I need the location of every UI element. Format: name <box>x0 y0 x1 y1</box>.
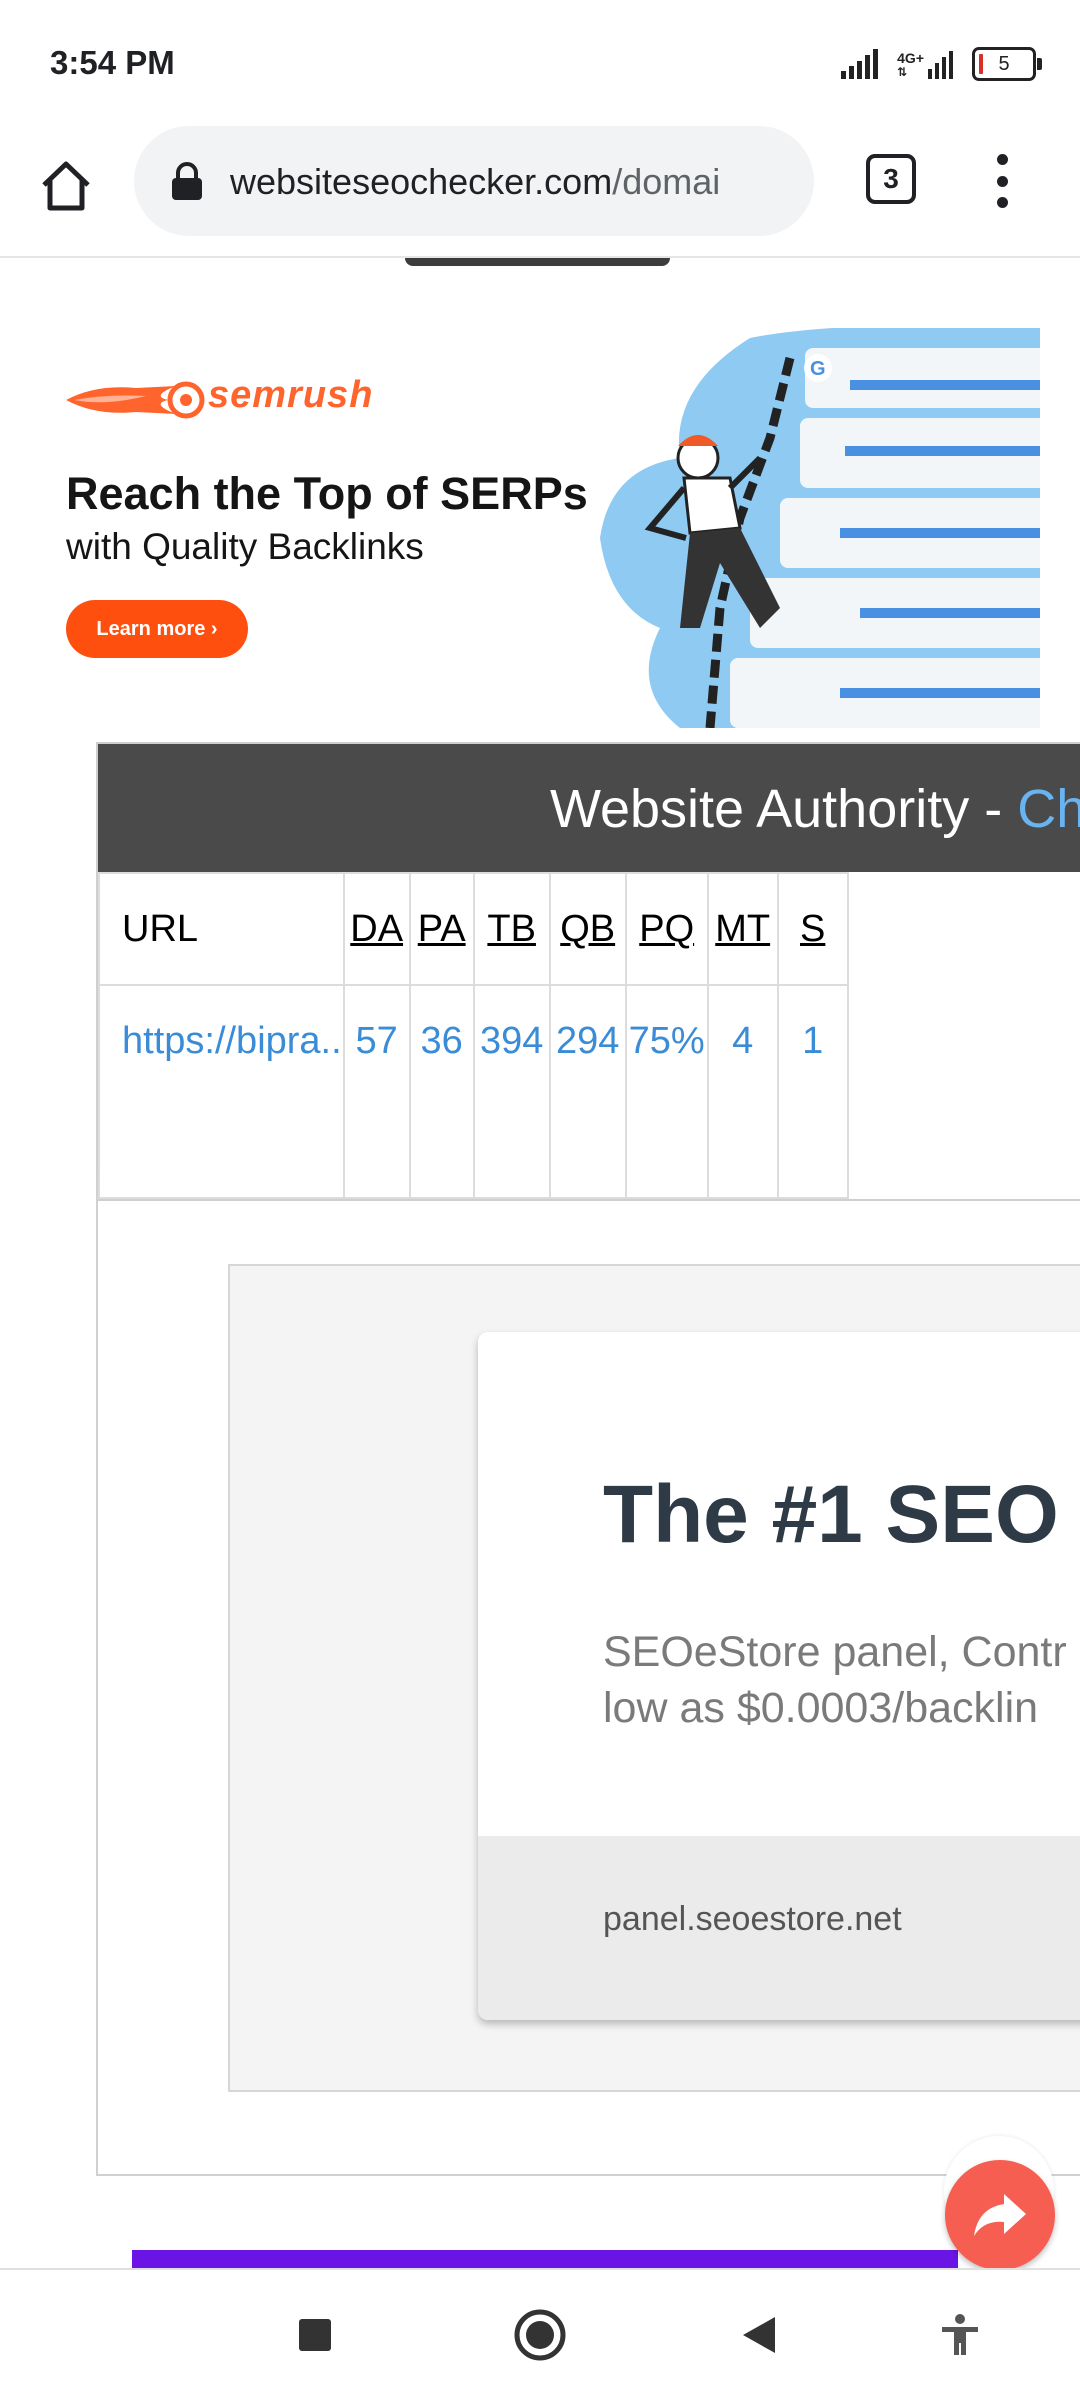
metrics-table: URL DA PA TB QB PQ MT S https://bipra.. … <box>98 872 1080 1199</box>
home-icon <box>42 161 90 211</box>
page-content[interactable]: semrush Reach the Top of SERPs with Qual… <box>0 258 1080 2268</box>
seoestore-ad-card[interactable]: The #1 SEO SEOeStore panel, Contr low as… <box>478 1332 1080 2020</box>
col-qb[interactable]: QB <box>548 872 627 986</box>
climber-illustration: G <box>600 328 1040 728</box>
accessibility-icon <box>942 2314 978 2355</box>
battery-icon: 5 <box>972 47 1042 81</box>
learn-more-button[interactable]: Learn more › <box>66 600 248 658</box>
ad-headline: Reach the Top of SERPs <box>66 468 588 519</box>
cell-da: 57 <box>342 984 411 1199</box>
previous-element-edge <box>405 258 670 266</box>
status-icons: 4G+ ⇅ 5 <box>841 44 1042 84</box>
signal-4g-icon: 4G+ ⇅ <box>897 49 958 79</box>
col-mt[interactable]: MT <box>706 872 779 986</box>
col-pq[interactable]: PQ <box>624 872 709 986</box>
ad2-description: SEOeStore panel, Contr low as $0.0003/ba… <box>603 1628 1067 1732</box>
recents-square-icon <box>299 2319 331 2351</box>
banner-edge <box>132 2250 958 2268</box>
battery-level: 5 <box>998 52 1010 75</box>
status-time: 3:54 PM <box>50 44 175 81</box>
authority-title-link[interactable]: Ch <box>1017 779 1080 839</box>
col-pa[interactable]: PA <box>408 872 475 986</box>
home-nav-button[interactable] <box>505 2300 575 2370</box>
ad2-domain[interactable]: panel.seoestore.net <box>603 1900 902 1939</box>
svg-text:G: G <box>810 358 826 380</box>
cell-pq: 75% <box>624 984 709 1199</box>
ad2-title: The #1 SEO <box>603 1469 1059 1560</box>
cell-qb: 294 <box>548 984 627 1199</box>
authority-table-title: Website Authority - Ch <box>550 778 1080 840</box>
ad-subline: with Quality Backlinks <box>66 526 424 567</box>
share-arrow-icon <box>974 2194 1026 2236</box>
more-vert-icon <box>996 154 1008 165</box>
signal-icon <box>841 49 879 79</box>
lock-icon <box>172 162 202 200</box>
browser-toolbar: websiteseochecker.com/domai 3 <box>0 120 1080 258</box>
url-text[interactable]: websiteseochecker.com/domai <box>230 161 800 203</box>
cell-pa: 36 <box>408 984 475 1199</box>
cell-url[interactable]: https://bipra.. <box>98 984 345 1199</box>
semrush-ad[interactable]: semrush Reach the Top of SERPs with Qual… <box>48 328 1040 728</box>
status-bar: 3:54 PM 4G+ ⇅ 5 <box>0 0 1080 120</box>
cell-s: 1 <box>776 984 849 1199</box>
col-url: URL <box>98 872 345 986</box>
authority-table: Website Authority - Ch URL DA PA TB QB P… <box>96 742 1080 1201</box>
col-s[interactable]: S <box>776 872 849 986</box>
tab-switcher-button[interactable]: 3 <box>866 154 916 204</box>
back-triangle-icon <box>743 2317 775 2353</box>
tab-count: 3 <box>883 163 899 194</box>
accessibility-button[interactable] <box>925 2300 995 2370</box>
col-da[interactable]: DA <box>342 872 411 986</box>
cell-mt: 4 <box>706 984 779 1199</box>
url-domain: websiteseochecker.com <box>230 161 613 202</box>
network-type-label: 4G+ <box>897 50 924 66</box>
semrush-brand: semrush <box>208 374 374 416</box>
table-row: https://bipra.. 57 36 394 294 75% 4 1 <box>98 984 1080 1199</box>
home-circle-icon <box>514 2309 566 2361</box>
share-fab-button[interactable] <box>945 2160 1055 2268</box>
more-menu-button[interactable] <box>980 146 1024 216</box>
authority-table-header: Website Authority - Ch <box>98 744 1080 872</box>
ad2-footer: panel.seoestore.net <box>478 1836 1080 2020</box>
col-tb[interactable]: TB <box>472 872 551 986</box>
table-header-row: URL DA PA TB QB PQ MT S <box>98 872 1080 986</box>
system-nav-bar <box>0 2268 1080 2402</box>
recents-button[interactable] <box>280 2300 350 2370</box>
cell-tb: 394 <box>472 984 551 1199</box>
home-button[interactable] <box>30 150 102 222</box>
back-button[interactable] <box>725 2300 795 2370</box>
url-bar[interactable]: websiteseochecker.com/domai <box>134 126 814 236</box>
url-path: /domai <box>612 161 721 202</box>
